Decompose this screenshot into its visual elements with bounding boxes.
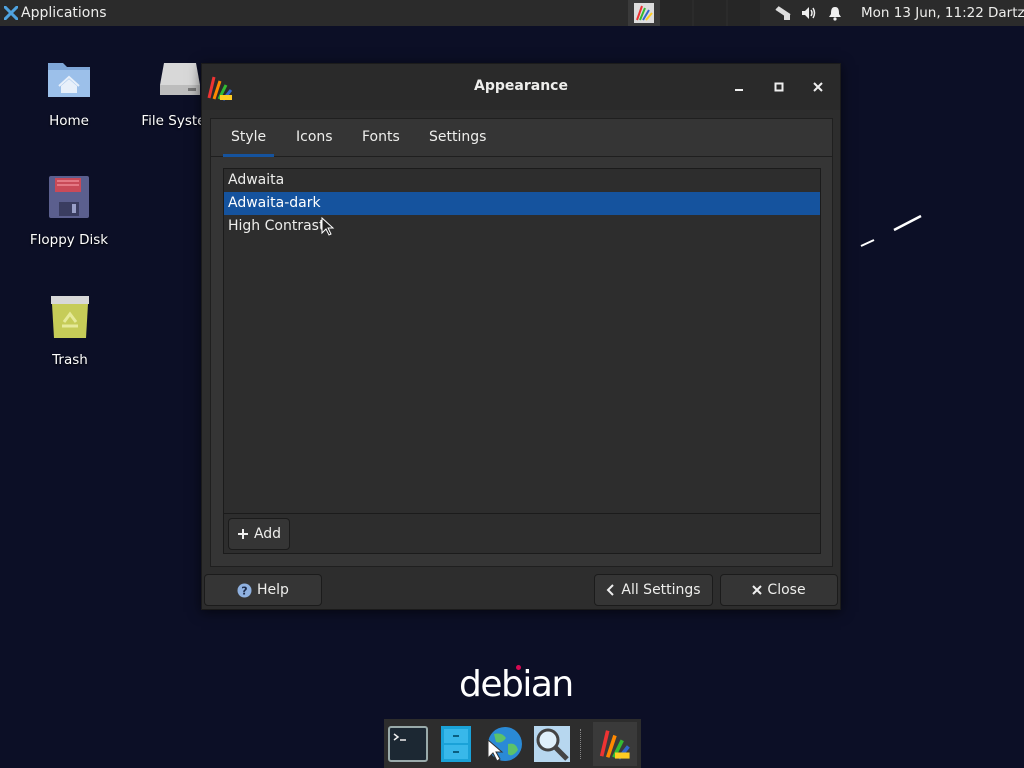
top-panel: Applications Mon 13 Jun, 11:22 Dartz	[0, 0, 1024, 26]
debian-logo-dot	[516, 665, 521, 670]
appearance-window: Appearance Style Icons Fonts Settings Ad…	[201, 63, 841, 610]
trash-icon	[51, 296, 89, 338]
appearance-app-icon	[599, 730, 630, 760]
tab-bar: Style Icons Fonts Settings	[211, 119, 832, 157]
taskbar-empty-slot[interactable]	[660, 0, 692, 26]
close-label: Close	[767, 582, 806, 598]
dock-appearance[interactable]	[593, 722, 637, 766]
floppy-icon	[49, 176, 89, 218]
minimize-button[interactable]	[728, 76, 750, 98]
close-icon	[813, 82, 823, 92]
settings-notebook: Style Icons Fonts Settings Adwaita Adwai…	[210, 118, 833, 567]
maximize-button[interactable]	[768, 76, 790, 98]
all-settings-button[interactable]: All Settings	[594, 574, 713, 606]
globe-icon	[487, 727, 522, 762]
desktop-icon-floppy-disk[interactable]: Floppy Disk	[19, 174, 119, 248]
user-name[interactable]: Dartz	[988, 0, 1024, 26]
tab-icons[interactable]: Icons	[296, 119, 333, 156]
theme-row-adwaita[interactable]: Adwaita	[224, 169, 820, 192]
desktop-icon-trash[interactable]: Trash	[20, 294, 120, 368]
taskbar-empty-slot[interactable]	[694, 0, 726, 26]
magnifier-icon	[534, 726, 570, 762]
wallpaper-streak	[860, 214, 922, 247]
theme-list[interactable]: Adwaita Adwaita-dark High Contrast	[223, 168, 821, 514]
help-label: Help	[257, 582, 289, 598]
add-theme-label: Add	[253, 526, 282, 542]
network-icon[interactable]	[770, 0, 796, 26]
dock-separator	[580, 729, 583, 759]
close-button[interactable]: Close	[720, 574, 838, 606]
theme-row-high-contrast[interactable]: High Contrast	[224, 215, 820, 238]
taskbar-empty-slot[interactable]	[728, 0, 760, 26]
debian-logo: debian	[459, 664, 574, 705]
dock-web-browser[interactable]	[482, 722, 526, 766]
maximize-icon	[774, 82, 784, 92]
tab-style[interactable]: Style	[222, 119, 275, 157]
all-settings-label: All Settings	[621, 582, 701, 598]
list-toolbar: Add	[223, 514, 821, 554]
file-cabinet-icon	[441, 726, 471, 762]
desktop-icon-label: Home	[49, 113, 89, 129]
dock	[384, 719, 641, 768]
help-button[interactable]: ? Help	[204, 574, 322, 606]
applications-menu-button[interactable]: Applications	[0, 0, 113, 26]
taskbar-appearance-button[interactable]	[628, 0, 660, 26]
close-window-button[interactable]	[807, 76, 829, 98]
dock-file-manager[interactable]	[434, 722, 478, 766]
tab-fonts[interactable]: Fonts	[362, 119, 400, 156]
window-titlebar[interactable]: Appearance	[202, 64, 840, 110]
volume-icon[interactable]	[796, 0, 822, 26]
desktop-icon-label: Trash	[52, 352, 88, 368]
close-icon	[752, 585, 763, 595]
theme-row-adwaita-dark[interactable]: Adwaita-dark	[224, 192, 820, 215]
plus-icon	[237, 529, 248, 539]
home-folder-icon	[48, 63, 90, 97]
appearance-app-icon	[634, 3, 654, 23]
applications-menu-label: Applications	[21, 5, 107, 21]
dialog-button-bar: ? Help All Settings Close	[202, 569, 840, 609]
terminal-icon	[388, 726, 428, 762]
add-theme-button[interactable]: Add	[228, 518, 290, 550]
notification-bell-icon[interactable]	[822, 0, 848, 26]
dock-terminal[interactable]	[386, 722, 430, 766]
svg-text:?: ?	[241, 584, 247, 597]
clock[interactable]: Mon 13 Jun, 11:22	[861, 0, 984, 26]
tab-settings[interactable]: Settings	[429, 119, 486, 156]
minimize-icon	[735, 89, 743, 91]
xfce-applications-icon	[4, 6, 18, 20]
system-tray	[770, 0, 848, 26]
drive-icon	[160, 63, 200, 95]
chevron-left-icon	[606, 584, 615, 596]
help-icon: ?	[237, 583, 252, 597]
desktop-icon-label: Floppy Disk	[29, 232, 109, 248]
dock-search[interactable]	[530, 722, 574, 766]
desktop-icon-home[interactable]: Home	[19, 55, 119, 129]
mouse-cursor-icon	[321, 217, 335, 236]
